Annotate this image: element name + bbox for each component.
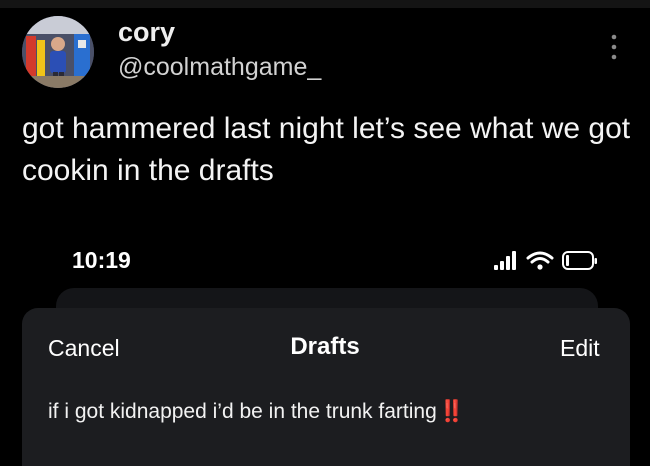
author-display-name[interactable]: cory	[118, 16, 175, 48]
drafts-sheet	[22, 308, 630, 466]
edit-button[interactable]: Edit	[560, 334, 600, 362]
top-edge-bar	[0, 0, 650, 8]
tweet-text: got hammered last night let’s see what w…	[22, 112, 631, 187]
cellular-signal-icon	[494, 251, 516, 270]
sheet-title: Drafts	[290, 333, 360, 360]
avatar[interactable]	[22, 16, 94, 88]
double-exclamation-icon: ‼️	[438, 400, 465, 423]
draft-list-item[interactable]: if i got kidnapped i’d be in the trunk f…	[22, 392, 630, 438]
status-bar-time: 10:19	[72, 247, 131, 273]
more-options-button[interactable]	[604, 30, 624, 64]
status-bar-icons	[490, 248, 626, 274]
wifi-icon	[526, 251, 554, 270]
draft-text: if i got kidnapped i’d be in the trunk f…	[48, 400, 437, 423]
battery-icon	[562, 251, 597, 270]
vertical-ellipsis-icon	[611, 34, 617, 60]
profile-photo-icon	[22, 16, 94, 88]
draft-text-line: if i got kidnapped i’d be in the trunk f…	[48, 399, 465, 425]
author-handle[interactable]: @coolmathgame_	[118, 52, 321, 82]
